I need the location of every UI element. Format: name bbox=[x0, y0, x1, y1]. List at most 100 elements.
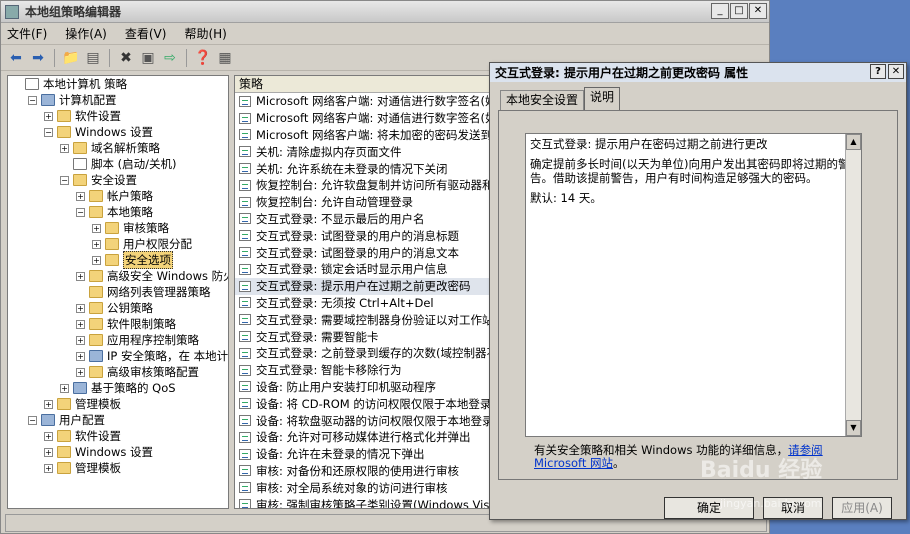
expand-toggle-icon[interactable]: + bbox=[76, 271, 85, 281]
policy-row[interactable]: 审核: 对备份和还原权限的使用进行审核 bbox=[235, 463, 491, 480]
show-hide-tree-icon[interactable]: ▤ bbox=[84, 49, 102, 67]
policy-row[interactable]: 交互式登录: 试图登录的用户的消息标题 bbox=[235, 227, 491, 244]
scroll-up-icon[interactable]: ▲ bbox=[846, 134, 861, 150]
policy-row[interactable]: 交互式登录: 无须按 Ctrl+Alt+Del bbox=[235, 295, 491, 312]
scroll-down-icon[interactable]: ▼ bbox=[846, 420, 861, 436]
expand-toggle-icon[interactable]: + bbox=[92, 255, 101, 265]
policy-row[interactable]: 审核: 强制审核策略子类别设置(Windows Vista 或更高版本) bbox=[235, 496, 491, 508]
tree-node[interactable]: + 基于策略的 QoS bbox=[8, 380, 228, 396]
export-list-icon[interactable]: ⇨ bbox=[161, 49, 179, 67]
tree-node[interactable]: − 计算机配置 bbox=[8, 92, 228, 108]
policy-row[interactable]: 设备: 允许在未登录的情况下弹出 bbox=[235, 446, 491, 463]
expand-toggle-icon[interactable]: + bbox=[76, 303, 85, 313]
tree-node[interactable]: + 高级安全 Windows 防火墙 bbox=[8, 268, 228, 284]
policy-row[interactable]: Microsoft 网络客户端: 对通信进行数字签名(始终) bbox=[235, 93, 491, 110]
help-icon[interactable]: ❓ bbox=[194, 49, 212, 67]
properties-icon[interactable]: ▣ bbox=[139, 49, 157, 67]
policy-row[interactable]: 设备: 防止用户安装打印机驱动程序 bbox=[235, 379, 491, 396]
expand-toggle-icon[interactable]: + bbox=[60, 143, 69, 153]
policy-row[interactable]: 交互式登录: 提示用户在过期之前更改密码 bbox=[235, 277, 491, 295]
expand-toggle-icon[interactable]: + bbox=[44, 399, 53, 409]
expand-toggle-icon[interactable]: − bbox=[76, 207, 85, 217]
expand-toggle-icon[interactable]: + bbox=[92, 239, 101, 249]
policy-row[interactable]: 交互式登录: 之前登录到缓存的次数(域控制器不可用时) bbox=[235, 345, 491, 362]
tree-node[interactable]: + 软件设置 bbox=[8, 428, 228, 444]
tree-node[interactable]: + 管理模板 bbox=[8, 396, 228, 412]
policy-row[interactable]: 设备: 将软盘驱动器的访问权限仅限于本地登录的用户 bbox=[235, 412, 491, 429]
tree-node[interactable]: + 帐户策略 bbox=[8, 188, 228, 204]
policy-row[interactable]: 交互式登录: 需要智能卡 bbox=[235, 328, 491, 345]
tree-node[interactable]: + 公钥策略 bbox=[8, 300, 228, 316]
expand-toggle-icon[interactable]: − bbox=[28, 415, 37, 425]
expand-toggle-icon[interactable]: + bbox=[44, 111, 53, 121]
policy-row[interactable]: 关机: 允许系统在未登录的情况下关闭 bbox=[235, 160, 491, 177]
policy-row[interactable]: 交互式登录: 不显示最后的用户名 bbox=[235, 211, 491, 228]
view-icon[interactable]: ▦ bbox=[216, 49, 234, 67]
tree-node[interactable]: 脚本 (启动/关机) bbox=[8, 156, 228, 172]
title-bar[interactable]: 本地组策略编辑器 _ □ ✕ bbox=[1, 1, 769, 23]
policy-row[interactable]: 关机: 清除虚拟内存页面文件 bbox=[235, 143, 491, 160]
tree-node[interactable]: + 高级审核策略配置 bbox=[8, 364, 228, 380]
dialog-title-bar[interactable]: 交互式登录: 提示用户在过期之前更改密码 属性 ? ✕ bbox=[490, 63, 906, 82]
maximize-button[interactable]: □ bbox=[730, 3, 748, 19]
tab-local-security-setting[interactable]: 本地安全设置 bbox=[500, 90, 585, 110]
expand-toggle-icon[interactable]: − bbox=[28, 95, 37, 105]
delete-icon[interactable]: ✖ bbox=[117, 49, 135, 67]
tree-node[interactable]: + 软件设置 bbox=[8, 108, 228, 124]
tree-node[interactable]: 网络列表管理器策略 bbox=[8, 284, 228, 300]
menu-view[interactable]: 查看(V) bbox=[125, 25, 167, 42]
expand-toggle-icon[interactable]: + bbox=[76, 319, 85, 329]
tab-explain[interactable]: 说明 bbox=[584, 87, 621, 110]
tree-node[interactable]: + 管理模板 bbox=[8, 460, 228, 476]
back-arrow-icon[interactable]: ⬅ bbox=[7, 49, 25, 67]
expand-toggle-icon[interactable]: + bbox=[92, 223, 101, 233]
expand-toggle-icon[interactable]: + bbox=[76, 351, 85, 361]
policy-row[interactable]: 设备: 允许对可移动媒体进行格式化并弹出 bbox=[235, 429, 491, 446]
policy-row[interactable]: 交互式登录: 需要域控制器身份验证以对工作站进行解锁 bbox=[235, 311, 491, 328]
tree-node[interactable]: − 本地策略 bbox=[8, 204, 228, 220]
expand-toggle-icon[interactable]: + bbox=[76, 335, 85, 345]
explain-textbox[interactable]: 交互式登录: 提示用户在密码过期之前进行更改 确定提前多长时间(以天为单位)向用… bbox=[525, 133, 862, 437]
expand-toggle-icon[interactable]: + bbox=[44, 463, 53, 473]
tree-node[interactable]: + 应用程序控制策略 bbox=[8, 332, 228, 348]
policy-row[interactable]: 设备: 将 CD-ROM 的访问权限仅限于本地登录的用户 bbox=[235, 395, 491, 412]
dialog-close-button[interactable]: ✕ bbox=[888, 64, 904, 79]
tree-node[interactable]: + 域名解析策略 bbox=[8, 140, 228, 156]
policy-row[interactable]: 恢复控制台: 允许软盘复制并访问所有驱动器和所有文件夹 bbox=[235, 177, 491, 194]
up-folder-icon[interactable]: 📁 bbox=[62, 49, 80, 67]
policy-row[interactable]: 交互式登录: 锁定会话时显示用户信息 bbox=[235, 261, 491, 278]
expand-toggle-icon[interactable]: + bbox=[60, 383, 69, 393]
dialog-help-button[interactable]: ? bbox=[870, 64, 886, 79]
expand-toggle-icon[interactable]: + bbox=[44, 447, 53, 457]
menu-file[interactable]: 文件(F) bbox=[7, 25, 47, 42]
policy-list[interactable]: 策略 Microsoft 网络客户端: 对通信进行数字签名(始终) Microso… bbox=[234, 75, 492, 509]
menu-help[interactable]: 帮助(H) bbox=[184, 25, 226, 42]
tree-node[interactable]: + 用户权限分配 bbox=[8, 236, 228, 252]
tree-node[interactable]: − 用户配置 bbox=[8, 412, 228, 428]
policy-row[interactable]: 交互式登录: 智能卡移除行为 bbox=[235, 362, 491, 379]
expand-toggle-icon[interactable]: − bbox=[60, 175, 69, 185]
expand-toggle-icon[interactable]: + bbox=[44, 431, 53, 441]
policy-row[interactable]: 交互式登录: 试图登录的用户的消息文本 bbox=[235, 244, 491, 261]
policy-row[interactable]: Microsoft 网络客户端: 将未加密的密码发送到第三方 SMB 服务器 bbox=[235, 127, 491, 144]
policy-row[interactable]: Microsoft 网络客户端: 对通信进行数字签名(如果服务器允许) bbox=[235, 110, 491, 127]
tree-node[interactable]: + 安全选项 bbox=[8, 251, 228, 269]
policy-tree[interactable]: 本地计算机 策略 − 计算机配置 + 软件设置 − Windows 设置 + 域名解析策略 脚本 … bbox=[7, 75, 229, 509]
expand-toggle-icon[interactable]: + bbox=[76, 367, 85, 377]
column-header-policy[interactable]: 策略 bbox=[235, 76, 491, 93]
policy-row[interactable]: 审核: 对全局系统对象的访问进行审核 bbox=[235, 479, 491, 496]
close-button[interactable]: ✕ bbox=[749, 3, 767, 19]
menu-action[interactable]: 操作(A) bbox=[65, 25, 107, 42]
apply-button[interactable]: 应用(A) bbox=[832, 497, 892, 519]
tree-node[interactable]: + IP 安全策略，在 本地计算机 bbox=[8, 348, 228, 364]
expand-toggle-icon[interactable]: − bbox=[44, 127, 53, 137]
policy-row[interactable]: 恢复控制台: 允许自动管理登录 bbox=[235, 194, 491, 211]
tree-node[interactable]: 本地计算机 策略 bbox=[8, 76, 228, 92]
forward-arrow-icon[interactable]: ➡ bbox=[29, 49, 47, 67]
tree-node[interactable]: − 安全设置 bbox=[8, 172, 228, 188]
tree-node[interactable]: + 软件限制策略 bbox=[8, 316, 228, 332]
tree-node[interactable]: + Windows 设置 bbox=[8, 444, 228, 460]
tree-node[interactable]: − Windows 设置 bbox=[8, 124, 228, 140]
minimize-button[interactable]: _ bbox=[711, 3, 729, 19]
vertical-scrollbar[interactable]: ▲ ▼ bbox=[845, 134, 861, 436]
